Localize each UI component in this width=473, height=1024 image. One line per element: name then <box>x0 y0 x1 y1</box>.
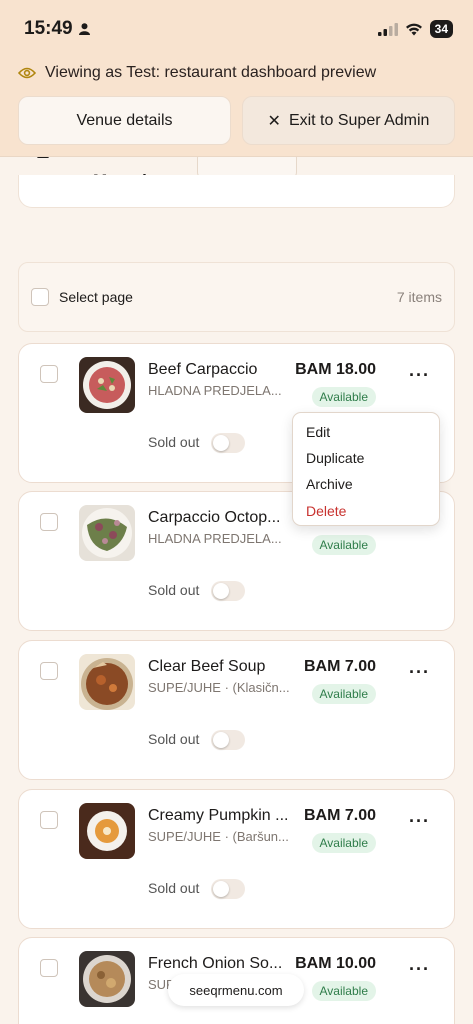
person-icon <box>78 23 90 35</box>
status-badge: Available <box>311 535 376 555</box>
item-price: BAM 7.00 <box>303 658 376 675</box>
sold-out-label: Sold out <box>148 434 200 450</box>
select-page-bar: Select page 7 items <box>18 262 455 332</box>
item-category: SUPE/JUHE · (Baršun... <box>148 829 289 844</box>
more-options-icon[interactable]: ··· <box>409 366 430 384</box>
item-checkbox[interactable] <box>40 662 58 680</box>
wifi-icon <box>405 23 422 35</box>
cellular-signal-icon <box>377 22 398 36</box>
item-category: SUPE/JUHE · (Klasičn... <box>148 680 290 695</box>
item-name: Beef Carpaccio <box>148 361 258 378</box>
preview-banner: 15:49 34 Viewing as Test: restaurant das… <box>0 0 473 157</box>
item-context-menu: Edit Duplicate Archive Delete <box>292 412 440 526</box>
menu-item-duplicate[interactable]: Duplicate <box>293 445 439 471</box>
item-name: Creamy Pumpkin ... <box>148 807 289 824</box>
sold-out-label: Sold out <box>148 880 200 896</box>
item-name: Carpaccio Octop... <box>148 509 281 526</box>
battery-indicator: 34 <box>429 20 453 38</box>
status-bar: 15:49 34 <box>24 14 453 44</box>
menu-item-card: Clear Beef Soup SUPE/JUHE · (Klasičn... … <box>18 640 455 780</box>
more-options-icon[interactable]: ··· <box>409 960 430 978</box>
eye-icon <box>18 67 36 79</box>
item-thumbnail <box>79 803 135 859</box>
more-options-icon[interactable]: ··· <box>409 663 430 681</box>
select-page-checkbox[interactable] <box>31 288 49 306</box>
close-icon: ✕ <box>267 112 281 130</box>
more-options-icon[interactable]: ··· <box>409 812 430 830</box>
menu-item-archive[interactable]: Archive <box>293 471 439 497</box>
sold-out-toggle[interactable] <box>211 581 245 601</box>
sold-out-label: Sold out <box>148 582 200 598</box>
menu-item-edit[interactable]: Edit <box>293 419 439 445</box>
item-price: BAM 18.00 <box>295 361 376 378</box>
browser-url-pill[interactable]: seeqrmenu.com <box>168 974 304 1006</box>
sold-out-toggle[interactable] <box>211 433 245 453</box>
select-page-label: Select page <box>59 289 133 305</box>
menu-item-delete[interactable]: Delete <box>293 498 439 524</box>
item-checkbox[interactable] <box>40 959 58 977</box>
status-badge: Available <box>311 684 376 704</box>
item-thumbnail <box>79 505 135 561</box>
sold-out-toggle[interactable] <box>211 730 245 750</box>
item-category: HLADNA PREDJELA... <box>148 531 282 546</box>
sold-out-toggle[interactable] <box>211 879 245 899</box>
exit-super-admin-button[interactable]: ✕ Exit to Super Admin <box>242 96 455 145</box>
item-name: French Onion So... <box>148 955 283 972</box>
items-count: 7 items <box>396 289 442 305</box>
sold-out-label: Sold out <box>148 731 200 747</box>
item-category: HLADNA PREDJELA... <box>148 383 282 398</box>
item-price: BAM 7.00 <box>303 807 376 824</box>
item-thumbnail <box>79 357 135 413</box>
menu-item-card: Creamy Pumpkin ... SUPE/JUHE · (Baršun..… <box>18 789 455 929</box>
item-name: Clear Beef Soup <box>148 658 266 675</box>
status-time: 15:49 <box>24 18 73 39</box>
status-badge: Available <box>311 833 376 853</box>
venue-details-button[interactable]: Venue details <box>18 96 231 145</box>
item-checkbox[interactable] <box>40 513 58 531</box>
preview-banner-text: Viewing as Test: restaurant dashboard pr… <box>45 64 377 81</box>
item-checkbox[interactable] <box>40 811 58 829</box>
item-checkbox[interactable] <box>40 365 58 383</box>
status-badge: Available <box>311 387 376 407</box>
item-thumbnail <box>79 951 135 1007</box>
header-card <box>18 175 455 208</box>
item-price: BAM 10.00 <box>295 955 376 972</box>
status-badge: Available <box>311 981 376 1001</box>
item-thumbnail <box>79 654 135 710</box>
